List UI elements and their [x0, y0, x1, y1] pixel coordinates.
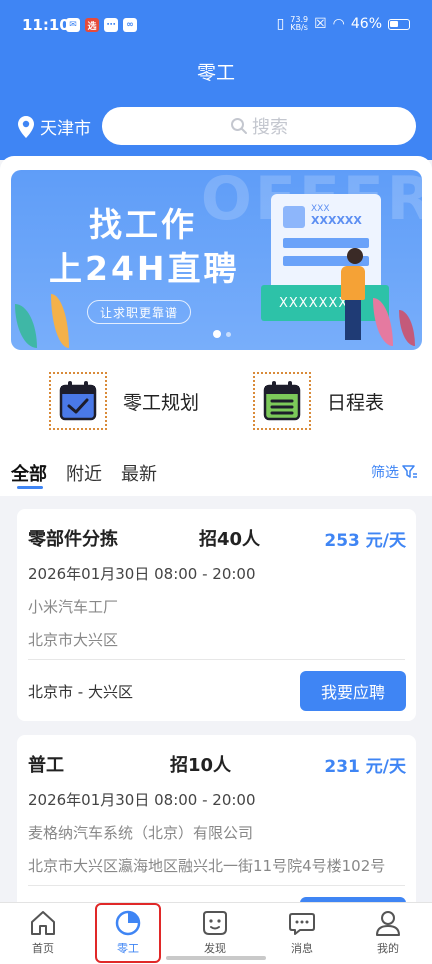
banner-headline-1: 找工作: [89, 205, 197, 244]
main-content: OFFER XXX XXXXXX XXXXXXX 找工作 上24H直聘 让求职更…: [0, 156, 432, 902]
user-icon: [376, 911, 400, 936]
search-icon: [231, 118, 247, 134]
banner-tagline: 让求职更靠谱: [87, 300, 192, 324]
nav-profile[interactable]: 我的: [358, 909, 418, 956]
carousel-indicator: [213, 330, 231, 338]
tab-all[interactable]: 全部: [11, 460, 47, 486]
banner-headline-2: 上24H直聘: [49, 249, 240, 288]
shortcut-row: 零工规划 日程表: [0, 372, 432, 432]
divider: [28, 659, 405, 660]
search-input[interactable]: 搜索: [102, 107, 416, 145]
job-list: 零部件分拣 招40人 253 元/天 2026年01月30日 08:00 - 2…: [0, 496, 432, 902]
banner-card-code: XXXXXX: [311, 214, 362, 227]
shortcut-label: 日程表: [327, 391, 385, 414]
job-time: 2026年01月30日 08:00 - 20:00: [28, 791, 256, 809]
shortcut-label: 零工规划: [123, 391, 200, 414]
job-headcount: 招10人: [170, 755, 232, 776]
leaf-decoration: [15, 304, 37, 348]
person-illustration: [347, 248, 363, 264]
job-region: 北京市 - 大兴区: [28, 683, 133, 701]
notification-icons: ✉ 选 ⋯ ∞: [66, 18, 137, 32]
leaf-decoration: [373, 298, 393, 346]
discover-face-icon: [203, 911, 227, 935]
apply-button[interactable]: 我要应聘: [300, 671, 406, 711]
promo-banner[interactable]: OFFER XXX XXXXXX XXXXXXX 找工作 上24H直聘 让求职更…: [11, 170, 422, 350]
divider: [28, 885, 405, 886]
city-selector[interactable]: 天津市: [16, 114, 91, 139]
chat-app-icon: ⋯: [104, 18, 118, 32]
home-indicator: [166, 956, 266, 960]
job-address: 北京市大兴区: [28, 631, 119, 649]
job-wage: 253 元/天: [324, 531, 406, 551]
job-company: 麦格纳汽车系统（北京）有限公司: [28, 824, 254, 842]
shortcut-schedule[interactable]: 日程表: [253, 372, 384, 430]
search-placeholder: 搜索: [252, 117, 288, 138]
banner-card-bar: [283, 238, 369, 248]
job-company: 小米汽车工厂: [28, 598, 119, 616]
nav-label: 我的: [377, 942, 399, 955]
app-notification-icon: 选: [85, 18, 99, 32]
shortcut-gig-plan[interactable]: 零工规划: [49, 372, 199, 430]
chat-bubble-icon: [289, 913, 315, 935]
job-title: 零部件分拣: [28, 529, 118, 550]
nav-discover[interactable]: 发现: [185, 909, 245, 956]
home-icon: [31, 911, 55, 935]
carousel-dot-active: [213, 330, 221, 338]
person-illustration: [345, 300, 361, 340]
vibrate-icon: ▯: [276, 16, 285, 32]
job-title: 普工: [28, 755, 64, 776]
filter-button[interactable]: 筛选: [371, 462, 418, 482]
net-speed: 73.9 KB/s: [290, 15, 309, 32]
job-card[interactable]: 零部件分拣 招40人 253 元/天 2026年01月30日 08:00 - 2…: [17, 509, 416, 721]
city-name: 天津市: [40, 119, 91, 139]
status-time: 11:10: [22, 16, 70, 34]
filter-icon: [402, 465, 417, 478]
leaf-decoration: [399, 310, 415, 346]
nav-messages[interactable]: 消息: [272, 909, 332, 956]
calendar-list-icon: [253, 372, 311, 430]
wifi-icon: ◠: [332, 16, 345, 32]
nav-label: 消息: [291, 942, 313, 955]
job-headcount: 招40人: [199, 529, 261, 550]
nav-home[interactable]: 首页: [13, 909, 73, 956]
nav-label: 发现: [204, 942, 226, 955]
job-time: 2026年01月30日 08:00 - 20:00: [28, 565, 256, 583]
nav-label: 首页: [32, 942, 54, 955]
calendar-check-icon: [49, 372, 107, 430]
status-bar: 11:10 ✉ 选 ⋯ ∞ ▯ 73.9 KB/s ☒ ◠ 46%: [0, 14, 432, 38]
page-title: 零工: [196, 62, 235, 84]
mail-icon: ✉: [66, 18, 80, 32]
job-filter-tabs: 全部 附近 最新 筛选: [0, 452, 432, 492]
job-card[interactable]: 普工 招10人 231 元/天 2026年01月30日 08:00 - 20:0…: [17, 735, 416, 902]
battery-icon: [388, 18, 410, 30]
avatar-placeholder-icon: [283, 206, 305, 228]
sim-off-icon: ☒: [314, 16, 327, 32]
banner-card-small: XXX: [311, 204, 330, 214]
tab-nearby[interactable]: 附近: [66, 460, 102, 486]
highlight-box: [95, 903, 161, 963]
status-right: ▯ 73.9 KB/s ☒ ◠ 46%: [277, 16, 410, 32]
filter-label: 筛选: [371, 465, 399, 481]
app-header: 11:10 ✉ 选 ⋯ ∞ ▯ 73.9 KB/s ☒ ◠ 46% 零工 天津市: [0, 0, 432, 160]
bottom-navigation: 首页 零工 发现 消息 我的: [0, 902, 432, 964]
person-illustration: [341, 266, 365, 300]
location-pin-icon: [18, 115, 34, 138]
tab-latest[interactable]: 最新: [121, 460, 157, 486]
banner-green-label: XXXXXXX: [261, 285, 389, 321]
link-app-icon: ∞: [123, 18, 137, 32]
carousel-dot: [226, 331, 231, 337]
leaf-decoration: [51, 294, 69, 348]
job-wage: 231 元/天: [324, 757, 406, 777]
battery-percent: 46%: [350, 16, 382, 32]
active-tab-indicator: [17, 486, 43, 489]
job-address: 北京市大兴区瀛海地区融兴北一街11号院4号楼102号: [28, 857, 386, 875]
